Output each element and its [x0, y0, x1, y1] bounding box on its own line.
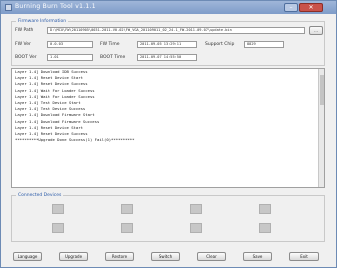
fw-time-field[interactable]: 2011-09-05 13:29:11 — [137, 41, 197, 48]
save-button[interactable]: Save — [243, 252, 272, 261]
boot-time-field[interactable]: 2011-09-07 14:55:50 — [137, 54, 197, 61]
log-line: **********Upgrade Done Success(1) Fail(0… — [15, 137, 135, 143]
support-chip-label: Support Chip — [205, 42, 235, 47]
firmware-info-group: Firmware Information FW Path D:\MCU\FW\2… — [11, 19, 325, 66]
boot-ver-label: BOOT Ver — [15, 55, 37, 60]
main-window: Burning Burn Tool v1.1.1 – ✕ Firmware In… — [0, 0, 337, 268]
log-scrollbar[interactable] — [318, 69, 324, 187]
minimize-icon: – — [289, 4, 293, 11]
log-scroll-thumb[interactable] — [320, 75, 324, 105]
firmware-info-title: Firmware Information — [16, 19, 69, 24]
device-slot-6[interactable] — [121, 223, 133, 233]
device-slot-1[interactable] — [52, 204, 64, 214]
clear-button[interactable]: Clear — [197, 252, 226, 261]
fw-ver-field[interactable]: 0.0.03 — [47, 41, 93, 48]
exit-button[interactable]: Exit — [289, 252, 319, 261]
app-icon — [5, 4, 12, 11]
device-slot-5[interactable] — [52, 223, 64, 233]
title-bar[interactable]: Burning Burn Tool v1.1.1 – ✕ — [1, 1, 336, 14]
fw-path-field[interactable]: D:\MCU\FW\20110905\0031-2011-V0.02\FW_VG… — [47, 27, 305, 34]
upgrade-button[interactable]: Upgrade — [59, 252, 88, 261]
support-chip-field[interactable]: 8829 — [244, 41, 284, 48]
fw-path-label: FW Path — [15, 28, 34, 33]
device-slot-3[interactable] — [190, 204, 202, 214]
boot-ver-field[interactable]: 1.01 — [47, 54, 93, 61]
connected-devices-title: Connected Devices — [16, 193, 64, 198]
browse-button[interactable]: ... — [309, 26, 323, 35]
fw-ver-label: FW Ver — [15, 42, 31, 47]
device-slot-2[interactable] — [121, 204, 133, 214]
minimize-button[interactable]: – — [284, 3, 298, 12]
language-button[interactable]: Language — [13, 252, 42, 261]
restore-button[interactable]: Restore — [105, 252, 134, 261]
boot-time-label: BOOT Time — [100, 55, 126, 60]
connected-devices-group: Connected Devices — [11, 193, 325, 242]
close-button[interactable]: ✕ — [299, 3, 323, 12]
fw-time-label: FW Time — [100, 42, 120, 47]
device-slot-8[interactable] — [259, 223, 271, 233]
device-slot-7[interactable] — [190, 223, 202, 233]
close-icon: ✕ — [308, 4, 314, 11]
device-slot-4[interactable] — [259, 204, 271, 214]
switch-button[interactable]: Switch — [151, 252, 180, 261]
log-output[interactable]: Layer 1-4] Download IDB Success Layer 1-… — [11, 68, 325, 188]
window-title: Burning Burn Tool v1.1.1 — [15, 3, 96, 10]
